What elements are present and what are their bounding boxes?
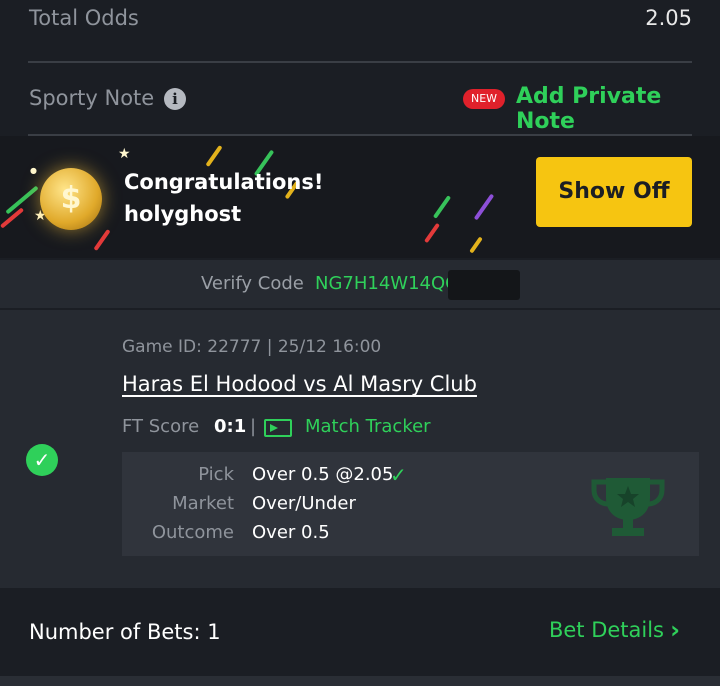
pick-check-icon: ✓ <box>390 463 407 487</box>
match-tracker-link[interactable]: Match Tracker <box>305 416 431 437</box>
pick-details-box: Pick Over 0.5 @2.05 ✓ Market Over/Under … <box>122 452 699 556</box>
sparkle-icon: ● <box>30 166 37 175</box>
verify-code-label: Verify Code <box>201 273 304 294</box>
outcome-value: Over 0.5 <box>252 522 330 543</box>
add-private-note-link[interactable]: Add Private Note <box>516 84 720 134</box>
new-badge: NEW <box>463 89 505 109</box>
info-icon[interactable]: i <box>164 88 186 110</box>
congrats-title: Congratulations! <box>124 170 324 194</box>
separator: | <box>250 416 257 437</box>
market-label: Market <box>172 493 234 514</box>
coin-icon: $ <box>40 168 102 230</box>
username: holyghost <box>124 202 242 226</box>
congrats-banner: ★ ★ ● $ Congratulations! holyghost Show … <box>0 136 720 258</box>
number-of-bets: Number of Bets: 1 <box>29 620 221 644</box>
congrats-message: Congratulations! holyghost <box>124 166 323 230</box>
confetti-streak <box>424 222 440 244</box>
game-id: Game ID: 22777 | 25/12 16:00 <box>122 337 382 357</box>
bottom-strip <box>0 676 720 686</box>
verify-code-value[interactable]: NG7H14W14QC <box>315 273 458 294</box>
confetti-streak <box>93 229 111 251</box>
ft-score-label: FT Score <box>122 416 200 437</box>
bet-footer: Number of Bets: 1 Bet Details › <box>0 590 720 686</box>
confetti-streak <box>432 195 452 219</box>
total-odds-value: 2.05 <box>645 6 692 30</box>
bet-details-link[interactable]: Bet Details <box>549 618 664 642</box>
divider <box>28 61 692 63</box>
confetti-streak <box>469 236 483 254</box>
outcome-label: Outcome <box>151 522 234 543</box>
confetti-streak <box>205 145 223 167</box>
match-title-link[interactable]: Haras El Hodood vs Al Masry Club <box>122 372 477 396</box>
confetti-streak <box>473 193 495 221</box>
pick-value: Over 0.5 @2.05 <box>252 464 394 485</box>
redaction-mask <box>448 270 520 300</box>
sparkle-icon: ★ <box>118 146 131 162</box>
show-off-button[interactable]: Show Off <box>536 157 692 227</box>
chevron-right-icon[interactable]: › <box>670 616 680 644</box>
trophy-icon <box>591 478 665 536</box>
won-check-icon: ✓ <box>26 444 58 476</box>
ft-score-value: 0:1 <box>214 416 247 437</box>
match-tracker-icon[interactable] <box>264 419 292 437</box>
game-card: ✓ Game ID: 22777 | 25/12 16:00 Haras El … <box>0 310 720 588</box>
total-odds-row: Total Odds 2.05 <box>0 0 720 62</box>
verify-code-row: Verify Code NG7H14W14QC <box>0 260 720 308</box>
total-odds-label: Total Odds <box>29 6 139 30</box>
sporty-note-label: Sporty Note <box>29 86 155 110</box>
market-value: Over/Under <box>252 493 356 514</box>
sporty-note-row: Sporty Note i NEW Add Private Note <box>0 64 720 134</box>
pick-label: Pick <box>198 464 234 485</box>
